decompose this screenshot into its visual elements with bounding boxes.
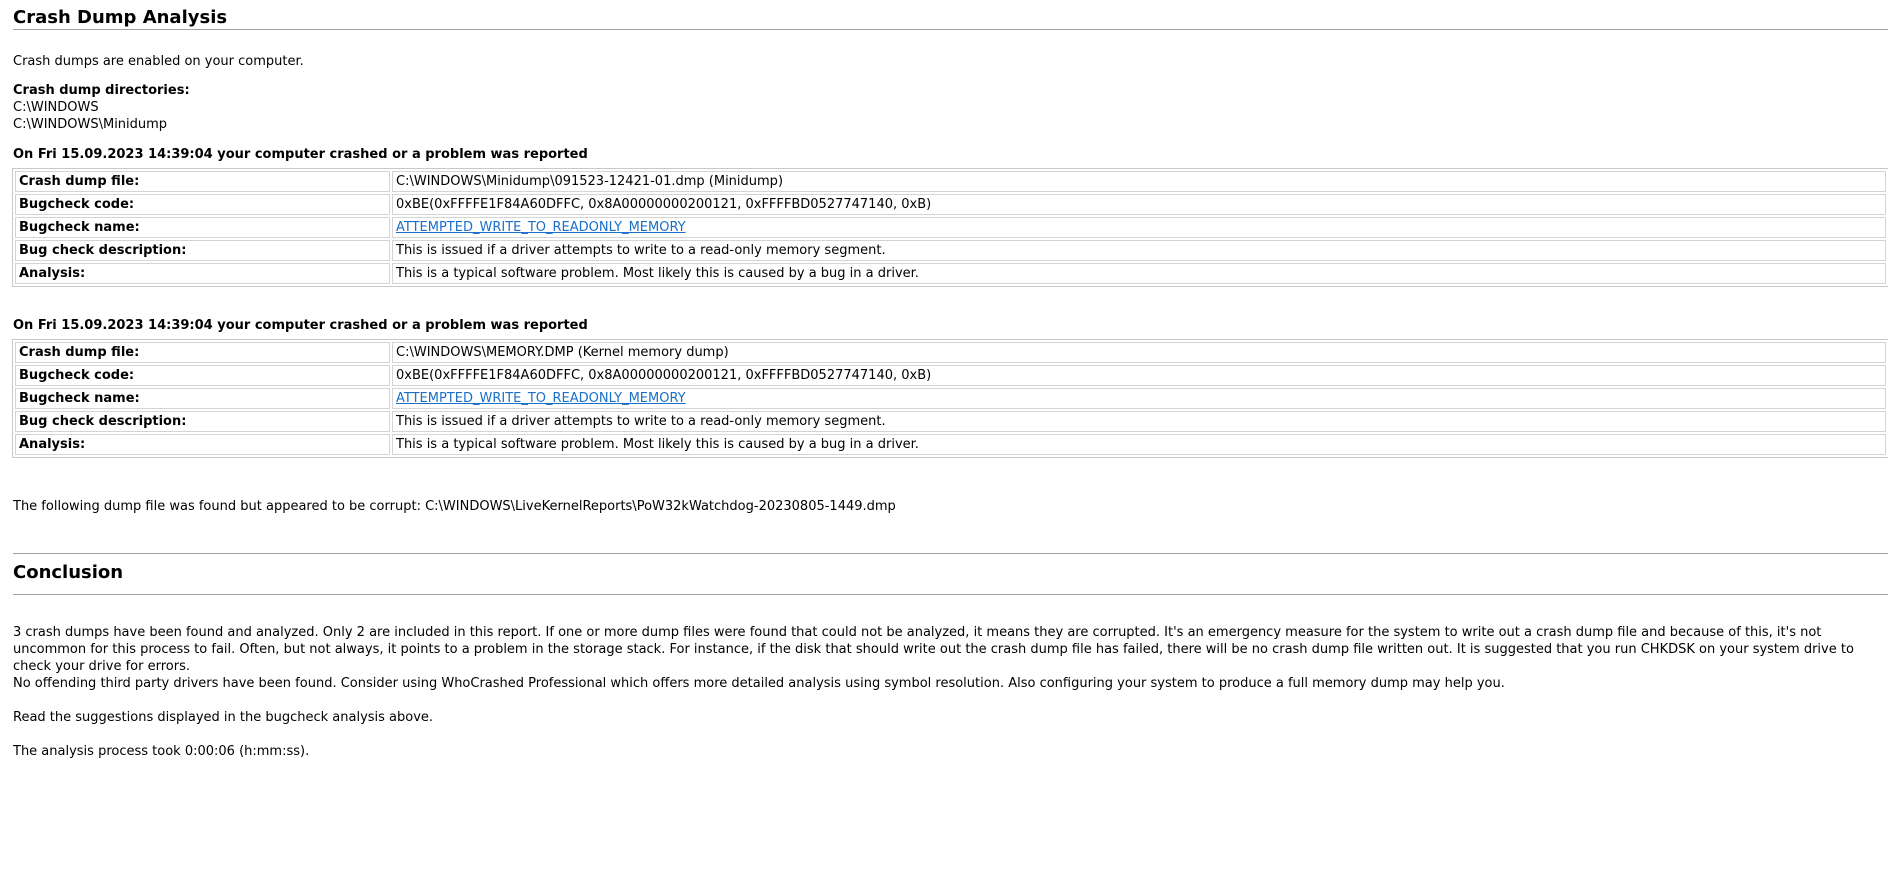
row-label: Crash dump file:	[15, 171, 390, 192]
table-row: Bugcheck code: 0xBE(0xFFFFE1F84A60DFFC, …	[15, 194, 1886, 215]
row-label: Crash dump file:	[15, 342, 390, 363]
row-value: This is issued if a driver attempts to w…	[392, 240, 1886, 261]
table-row: Analysis: This is a typical software pro…	[15, 263, 1886, 284]
bugcheck-name-link[interactable]: ATTEMPTED_WRITE_TO_READONLY_MEMORY	[396, 391, 686, 406]
row-value: This is a typical software problem. Most…	[392, 263, 1886, 284]
row-label: Bugcheck name:	[15, 388, 390, 409]
row-value: 0xBE(0xFFFFE1F84A60DFFC, 0x8A00000000200…	[392, 365, 1886, 386]
crash-details-table: Crash dump file: C:\WINDOWS\Minidump\091…	[12, 168, 1888, 287]
table-row: Bug check description: This is issued if…	[15, 411, 1886, 432]
table-row: Bugcheck name: ATTEMPTED_WRITE_TO_READON…	[15, 217, 1886, 238]
crash-analysis-title: Crash Dump Analysis	[13, 7, 228, 28]
row-label: Bug check description:	[15, 240, 390, 261]
corrupt-dump-text: The following dump file was found but ap…	[13, 499, 896, 514]
row-value: C:\WINDOWS\Minidump\091523-12421-01.dmp …	[392, 171, 1886, 192]
row-value: ATTEMPTED_WRITE_TO_READONLY_MEMORY	[392, 388, 1886, 409]
analysis-duration: The analysis process took 0:00:06 (h:mm:…	[13, 744, 310, 759]
crash-heading: On Fri 15.09.2023 14:39:04 your computer…	[13, 147, 588, 162]
row-label: Bugcheck name:	[15, 217, 390, 238]
row-value: This is a typical software problem. Most…	[392, 434, 1886, 455]
dump-dir-item: C:\WINDOWS	[13, 100, 99, 115]
dump-dirs-label: Crash dump directories:	[13, 83, 190, 98]
row-value: C:\WINDOWS\MEMORY.DMP (Kernel memory dum…	[392, 342, 1886, 363]
conclusion-title: Conclusion	[13, 562, 124, 583]
crash-details-table: Crash dump file: C:\WINDOWS\MEMORY.DMP (…	[12, 339, 1888, 458]
dumps-enabled-text: Crash dumps are enabled on your computer…	[13, 54, 304, 69]
conclusion-paragraph: 3 crash dumps have been found and analyz…	[13, 625, 1854, 674]
conclusion-suggestion: Read the suggestions displayed in the bu…	[13, 710, 434, 725]
conclusion-paragraph: No offending third party drivers have be…	[13, 676, 1505, 691]
row-value: ATTEMPTED_WRITE_TO_READONLY_MEMORY	[392, 217, 1886, 238]
report-page: Crash Dump Analysis Crash dumps are enab…	[0, 0, 1888, 877]
row-value: This is issued if a driver attempts to w…	[392, 411, 1886, 432]
table-row: Analysis: This is a typical software pro…	[15, 434, 1886, 455]
table-row: Bugcheck code: 0xBE(0xFFFFE1F84A60DFFC, …	[15, 365, 1886, 386]
dump-dir-item: C:\WINDOWS\Minidump	[13, 117, 168, 132]
row-label: Analysis:	[15, 263, 390, 284]
table-row: Bug check description: This is issued if…	[15, 240, 1886, 261]
row-label: Analysis:	[15, 434, 390, 455]
row-label: Bugcheck code:	[15, 194, 390, 215]
row-value: 0xBE(0xFFFFE1F84A60DFFC, 0x8A00000000200…	[392, 194, 1886, 215]
table-row: Crash dump file: C:\WINDOWS\Minidump\091…	[15, 171, 1886, 192]
bugcheck-name-link[interactable]: ATTEMPTED_WRITE_TO_READONLY_MEMORY	[396, 220, 686, 235]
row-label: Bug check description:	[15, 411, 390, 432]
crash-heading: On Fri 15.09.2023 14:39:04 your computer…	[13, 318, 588, 333]
table-row: Bugcheck name: ATTEMPTED_WRITE_TO_READON…	[15, 388, 1886, 409]
row-label: Bugcheck code:	[15, 365, 390, 386]
table-row: Crash dump file: C:\WINDOWS\MEMORY.DMP (…	[15, 342, 1886, 363]
